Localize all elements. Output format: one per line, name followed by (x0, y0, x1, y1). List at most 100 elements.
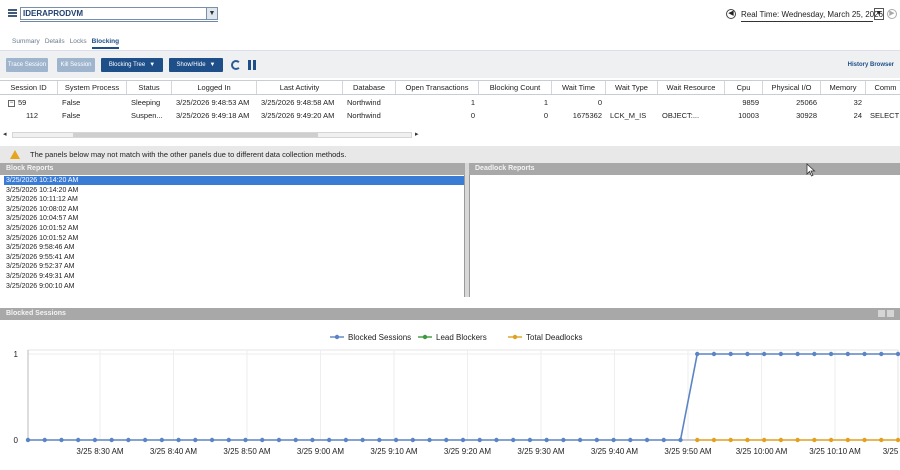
list-item[interactable]: 3/25/2026 10:01:52 AM (6, 234, 78, 243)
column-header[interactable]: Wait Type (606, 81, 658, 94)
panel-window-icons[interactable] (876, 310, 896, 318)
x-tick-label: 3/25 9:00 AM (297, 447, 344, 456)
horizontal-scrollbar[interactable]: ◂ ▸ (0, 130, 900, 139)
table-cell: SELECT (870, 111, 900, 120)
scroll-track[interactable] (12, 132, 412, 138)
expand-toggle[interactable]: − (8, 96, 18, 109)
caret-down-icon: ▼ (209, 62, 216, 68)
table-cell: Northwind (347, 111, 381, 120)
data-point (745, 437, 750, 443)
column-header[interactable]: Wait Time (552, 81, 606, 94)
back-arrow-icon[interactable]: ◀ (726, 9, 736, 19)
column-header[interactable]: Database (343, 81, 396, 94)
scroll-right-icon[interactable]: ▸ (415, 130, 419, 138)
list-item[interactable]: 3/25/2026 10:01:52 AM (6, 224, 78, 233)
table-cell: Northwind (347, 98, 381, 107)
table-cell (870, 96, 900, 109)
column-header[interactable]: Logged In (172, 81, 257, 94)
table-cell: 30928 (796, 111, 817, 120)
table-cell: Suspen... (131, 111, 163, 120)
legend-label[interactable]: Total Deadlocks (526, 333, 582, 342)
tab-summary[interactable]: Summary (12, 38, 40, 49)
data-point (209, 437, 215, 443)
tab-details[interactable]: Details (45, 38, 65, 49)
column-header[interactable]: Memory (821, 81, 866, 94)
data-point (544, 437, 549, 443)
warning-text: The panels below may not match with the … (30, 150, 347, 159)
column-header[interactable]: System Process (58, 81, 127, 94)
table-cell: 1 (470, 98, 475, 107)
list-item[interactable]: 3/25/2026 10:08:02 AM (6, 205, 78, 214)
table-cell: False (62, 98, 81, 107)
column-header[interactable]: Open Transactions (396, 81, 479, 94)
scroll-left-icon[interactable]: ◂ (3, 130, 7, 138)
data-point (862, 437, 867, 443)
data-point (444, 437, 449, 443)
data-point (828, 437, 834, 443)
column-header[interactable]: Blocking Count (479, 81, 552, 94)
restore-icon[interactable] (878, 310, 885, 317)
x-tick-label: 3/25 9:20 AM (444, 447, 491, 456)
refresh-icon[interactable] (231, 60, 241, 70)
caret-down-icon: ▼ (149, 62, 156, 68)
expand-toggle-icon[interactable]: − (8, 99, 15, 107)
forward-arrow-icon[interactable]: ▶ (887, 9, 897, 19)
realtime-label: Real Time: Wednesday, March 25, 2026 (741, 10, 883, 19)
chevron-down-icon[interactable]: ▼ (206, 8, 217, 19)
list-item[interactable]: 3/25/2026 10:14:20 AM (6, 186, 78, 195)
table-cell: 32 (853, 98, 862, 107)
column-header[interactable]: Last Activity (257, 81, 343, 94)
history-browser-link[interactable]: History Browser (848, 62, 894, 68)
data-point (862, 351, 867, 357)
x-tick-label: 3/25 8:40 AM (150, 447, 197, 456)
server-select[interactable]: IDERAPRODVM ▼ (20, 7, 218, 20)
data-point (25, 437, 31, 443)
list-item[interactable]: 3/25/2026 9:58:46 AM (6, 243, 75, 252)
list-item[interactable]: 3/25/2026 9:52:37 AM (6, 262, 75, 271)
x-tick-label: 3/25 8:50 AM (223, 447, 270, 456)
column-header[interactable]: Physical I/O (763, 81, 821, 94)
data-point (879, 437, 884, 443)
show-hide-button[interactable]: Show/Hide ▼ (169, 58, 223, 72)
data-point (159, 437, 165, 443)
data-point (795, 351, 800, 357)
scroll-thumb[interactable] (73, 133, 318, 137)
blocked-sessions-title: Blocked Sessions (6, 310, 66, 317)
blocking-tree-button[interactable]: Blocking Tree ▼ (101, 58, 163, 72)
trace-session-button[interactable]: Trace Session (6, 58, 48, 72)
table-cell: 9859 (742, 98, 759, 107)
legend-label[interactable]: Lead Blockers (436, 333, 487, 342)
list-item[interactable]: 3/25/2026 9:00:10 AM (6, 282, 75, 291)
data-point (678, 437, 683, 443)
x-tick-label: 3/25 8:30 AM (76, 447, 123, 456)
column-header[interactable]: Session ID (0, 81, 58, 94)
kill-session-button[interactable]: Kill Session (57, 58, 95, 72)
column-header[interactable]: Wait Resource (658, 81, 725, 94)
pause-icon[interactable] (247, 60, 257, 70)
list-item[interactable]: 3/25/2026 10:11:12 AM (6, 195, 78, 204)
data-point (661, 437, 666, 443)
list-item[interactable]: 3/25/2026 9:49:31 AM (6, 272, 75, 281)
data-point (360, 437, 365, 443)
table-cell: Sleeping (131, 98, 161, 107)
table-row[interactable]: 112 False Suspen... 3/25/2026 9:49:18 AM 3/2… (0, 109, 900, 124)
column-header[interactable]: Comm (866, 81, 900, 94)
tab-blocking[interactable]: Blocking (91, 38, 120, 49)
legend-label[interactable]: Blocked Sessions (348, 333, 411, 342)
blocked-sessions-header: Blocked Sessions (0, 308, 900, 320)
block-reports-header: Block Reports (0, 163, 465, 175)
tab-locks[interactable]: Locks (70, 38, 87, 49)
data-point (226, 437, 231, 443)
column-header[interactable]: Status (127, 81, 172, 94)
list-item[interactable]: 3/25/2026 10:04:57 AM (6, 214, 78, 223)
data-point (310, 437, 315, 443)
plot-area (27, 349, 899, 441)
close-icon[interactable] (887, 310, 894, 317)
column-header[interactable]: Cpu (725, 81, 763, 94)
table-cell: LCK_M_IS (610, 111, 647, 120)
list-item[interactable]: 3/25/2026 10:14:20 AM (4, 176, 464, 185)
list-item[interactable]: 3/25/2026 9:55:41 AM (6, 253, 75, 262)
table-cell: 25066 (796, 98, 817, 107)
date-dropdown-icon[interactable]: ▼ (874, 8, 884, 20)
warning-icon (10, 150, 20, 159)
